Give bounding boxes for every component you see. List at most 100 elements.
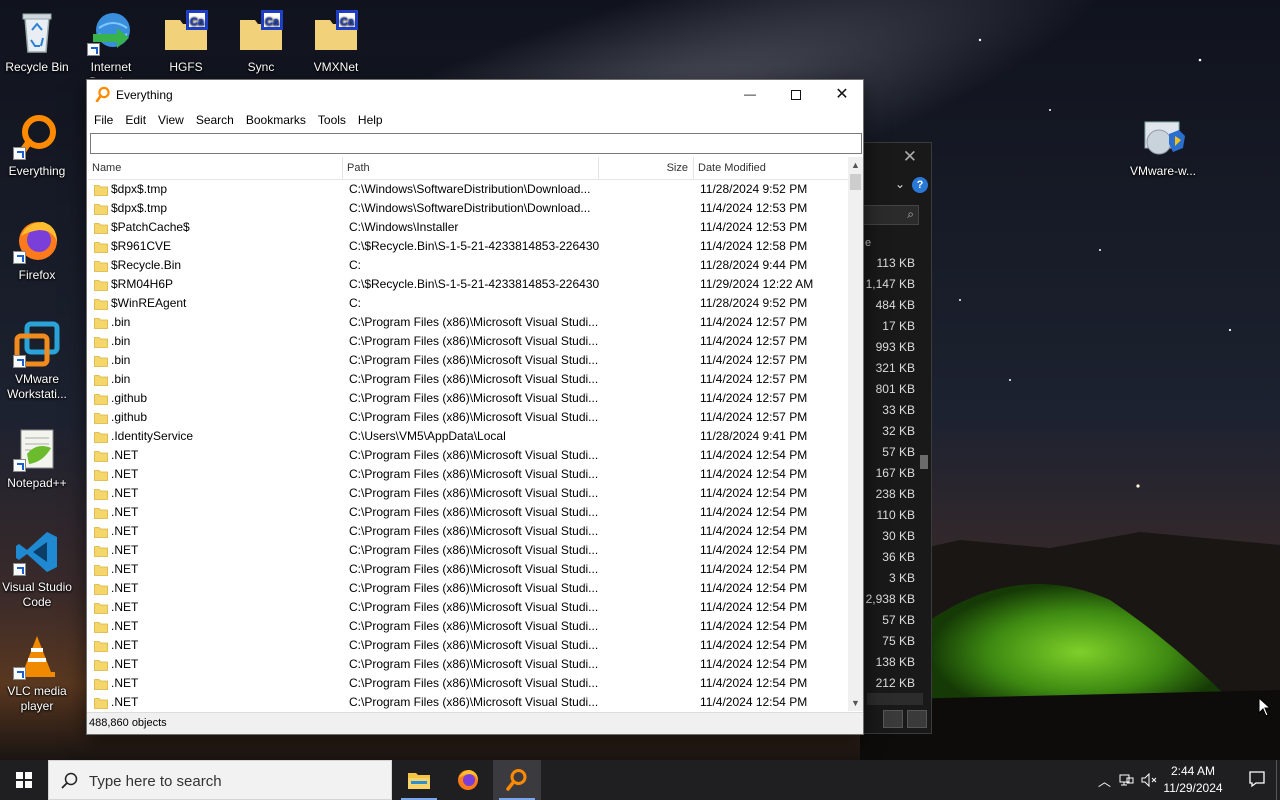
cell-size — [599, 408, 694, 427]
details-view-button[interactable] — [883, 710, 903, 728]
scrollbar-thumb[interactable] — [920, 455, 928, 469]
desktop-icon-firefox[interactable]: Firefox — [0, 216, 74, 283]
table-row[interactable]: .bin C:\Program Files (x86)\Microsoft Vis… — [88, 351, 848, 370]
vertical-scrollbar[interactable]: ▲ ▼ — [848, 157, 863, 711]
chevron-down-icon[interactable]: ⌄ — [895, 177, 905, 191]
desktop-icon-vmware-installer[interactable]: VMware-w... — [1125, 112, 1201, 179]
cell-path: C:\Program Files (x86)\Microsoft Visual … — [349, 448, 599, 462]
start-button[interactable] — [0, 760, 48, 800]
search-input[interactable] — [90, 133, 862, 154]
table-row[interactable]: .NET C:\Program Files (x86)\Microsoft Vis… — [88, 484, 848, 503]
search-icon — [61, 772, 78, 789]
everything-window[interactable]: Everything — ✕ File Edit View Search Boo… — [86, 79, 864, 735]
table-row[interactable]: .bin C:\Program Files (x86)\Microsoft Vis… — [88, 313, 848, 332]
table-row[interactable]: .bin C:\Program Files (x86)\Microsoft Vis… — [88, 370, 848, 389]
table-row[interactable]: $PatchCache$ C:\Windows\Installer 11/4/202… — [88, 218, 848, 237]
cell-path: C:\$Recycle.Bin\S-1-5-21-4233814853-2264… — [349, 239, 599, 253]
title-bar[interactable]: Everything — ✕ — [87, 80, 863, 109]
table-row[interactable]: .NET C:\Program Files (x86)\Microsoft Vis… — [88, 636, 848, 655]
maximize-icon — [791, 89, 801, 100]
menu-file[interactable]: File — [88, 113, 119, 127]
table-row[interactable]: .NET C:\Program Files (x86)\Microsoft Vis… — [88, 465, 848, 484]
results-list[interactable]: Name Path Size Date Modified $dpx$.tmp C:… — [88, 157, 848, 711]
menu-search[interactable]: Search — [190, 113, 240, 127]
table-row[interactable]: .bin C:\Program Files (x86)\Microsoft Vis… — [88, 332, 848, 351]
desktop-icon-sync[interactable]: Ca Sync — [224, 8, 298, 75]
table-row[interactable]: .NET C:\Program Files (x86)\Microsoft Vis… — [88, 674, 848, 693]
file-name: $RM04H6P — [111, 277, 174, 291]
table-row[interactable]: .NET C:\Program Files (x86)\Microsoft Vis… — [88, 541, 848, 560]
table-row[interactable]: .NET C:\Program Files (x86)\Microsoft Vis… — [88, 522, 848, 541]
file-name: .NET — [111, 505, 139, 519]
table-row[interactable]: $dpx$.tmp C:\Windows\SoftwareDistribution… — [88, 199, 848, 218]
table-row[interactable]: .NET C:\Program Files (x86)\Microsoft Vis… — [88, 693, 848, 711]
taskbar-firefox[interactable] — [444, 760, 492, 800]
menu-help[interactable]: Help — [352, 113, 389, 127]
large-icons-view-button[interactable] — [907, 710, 927, 728]
cell-name: $dpx$.tmp — [88, 180, 343, 199]
volume-muted-icon[interactable] — [1140, 772, 1158, 788]
table-row[interactable]: .NET C:\Program Files (x86)\Microsoft Vis… — [88, 446, 848, 465]
table-row[interactable]: $Recycle.Bin C: 11/28/2024 9:44 PM — [88, 256, 848, 275]
action-center-button[interactable] — [1248, 770, 1266, 788]
desktop-icon-notepadpp[interactable]: Notepad++ — [0, 424, 74, 491]
table-row[interactable]: .github C:\Program Files (x86)\Microsoft … — [88, 389, 848, 408]
cell-name: $WinREAgent — [88, 294, 343, 313]
desktop-icon-vmxnet[interactable]: Ca VMXNet — [299, 8, 373, 75]
close-button[interactable]: ✕ — [819, 80, 865, 109]
menu-view[interactable]: View — [152, 113, 190, 127]
column-header-date-modified[interactable]: Date Modified — [694, 157, 848, 179]
maximize-button[interactable] — [773, 80, 819, 109]
menu-edit[interactable]: Edit — [119, 113, 152, 127]
table-row[interactable]: $R961CVE C:\$Recycle.Bin\S-1-5-21-4233814… — [88, 237, 848, 256]
search-input[interactable]: ⌕ — [859, 205, 919, 225]
table-row[interactable]: .NET C:\Program Files (x86)\Microsoft Vis… — [88, 579, 848, 598]
column-header-size[interactable]: Size — [599, 157, 694, 179]
cell-name: $R961CVE — [88, 237, 343, 256]
close-icon[interactable]: ✕ — [903, 147, 917, 167]
table-row[interactable]: $dpx$.tmp C:\Windows\SoftwareDistribution… — [88, 180, 848, 199]
taskbar-file-explorer[interactable] — [395, 760, 443, 800]
taskbar-search-box[interactable]: Type here to search — [48, 760, 392, 800]
cell-date-modified: 11/4/2024 12:57 PM — [700, 372, 808, 386]
file-name: .github — [111, 391, 148, 405]
show-desktop-button[interactable] — [1276, 760, 1280, 800]
scrollbar-thumb[interactable] — [850, 174, 861, 190]
desktop-icon-recycle-bin[interactable]: Recycle Bin — [0, 8, 74, 75]
network-icon[interactable] — [1118, 772, 1134, 788]
desktop-icon-everything[interactable]: Everything — [0, 112, 74, 179]
menu-tools[interactable]: Tools — [312, 113, 352, 127]
clock[interactable]: 2:44 AM 11/29/2024 — [1158, 763, 1228, 797]
taskbar-everything[interactable] — [493, 760, 541, 800]
column-header-path[interactable]: Path — [343, 157, 599, 179]
table-row[interactable]: .NET C:\Program Files (x86)\Microsoft Vis… — [88, 655, 848, 674]
desktop-icon-vmware-workstation[interactable]: VMware Workstati... — [0, 320, 74, 402]
desktop-icon-vscode[interactable]: Visual Studio Code — [0, 528, 74, 610]
table-row[interactable]: .NET C:\Program Files (x86)\Microsoft Vis… — [88, 617, 848, 636]
table-row[interactable]: $WinREAgent C: 11/28/2024 9:52 PM — [88, 294, 848, 313]
table-row[interactable]: .NET C:\Program Files (x86)\Microsoft Vis… — [88, 560, 848, 579]
table-row[interactable]: .github C:\Program Files (x86)\Microsoft … — [88, 408, 848, 427]
table-row[interactable]: .NET C:\Program Files (x86)\Microsoft Vis… — [88, 503, 848, 522]
vertical-scrollbar[interactable] — [919, 239, 929, 689]
table-row[interactable]: .NET C:\Program Files (x86)\Microsoft Vis… — [88, 598, 848, 617]
minimize-button[interactable]: — — [727, 80, 773, 109]
desktop-icon-vlc[interactable]: VLC media player — [0, 632, 74, 714]
desktop-icon-internet-download-manager[interactable]: Internet Downl... — [74, 8, 148, 78]
cell-path: C:\Windows\SoftwareDistribution\Download… — [349, 201, 591, 215]
help-icon[interactable]: ? — [912, 177, 928, 193]
scroll-down-arrow-icon[interactable]: ▼ — [848, 695, 863, 711]
table-row[interactable]: $RM04H6P C:\$Recycle.Bin\S-1-5-21-4233814… — [88, 275, 848, 294]
menu-bookmarks[interactable]: Bookmarks — [240, 113, 312, 127]
table-row[interactable]: .IdentityService C:\Users\VM5\AppData\Loc… — [88, 427, 848, 446]
folder-icon: Ca — [165, 10, 208, 50]
column-header-name[interactable]: Name — [88, 157, 343, 179]
desktop-icon-label: Notepad++ — [7, 476, 67, 490]
show-hidden-icons-chevron-icon[interactable]: ︿ — [1098, 771, 1111, 790]
horizontal-scrollbar[interactable] — [867, 693, 923, 705]
cell-date-modified: 11/28/2024 9:41 PM — [700, 429, 808, 443]
folder-icon — [94, 526, 108, 538]
desktop-icon-hgfs[interactable]: Ca HGFS — [149, 8, 223, 75]
cell-path: C: — [349, 258, 361, 272]
scroll-up-arrow-icon[interactable]: ▲ — [848, 157, 863, 173]
